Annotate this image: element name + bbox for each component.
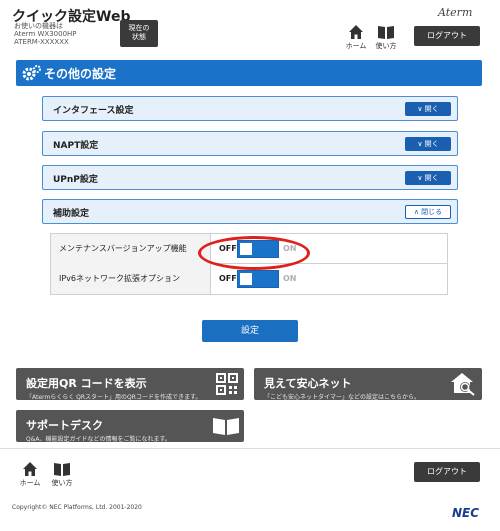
chevron-down-icon: ∨ [417,140,425,148]
accordion-napt[interactable]: NAPT設定 ∨ 開く [42,131,458,156]
section-title-bar: その他の設定 [16,60,482,86]
accordion-upnp[interactable]: UPnP設定 ∨ 開く [42,165,458,190]
setting-label: IPv6ネットワーク拡張オプション [51,264,211,294]
brand-logo: Aterm [438,6,473,19]
house-search-icon [451,373,475,396]
header: クイック設定Web お使いの機器は Aterm WX3000HP ATERM-X… [0,0,500,56]
gear-icon [22,65,41,81]
collapse-button[interactable]: ∧ 閉じる [405,205,451,219]
book-icon [213,418,239,435]
copyright: Copyright© NEC Platforms, Ltd. 2001-2020 [12,504,142,511]
manual-button[interactable]: 使い方 [372,24,400,54]
ipv6-extension-toggle[interactable]: OFF ON [219,270,319,288]
footer-logout-button[interactable]: ログアウト [414,462,480,482]
footer-home-button[interactable]: ホーム [16,461,44,491]
chevron-down-icon: ∨ [417,105,425,113]
home-icon [349,25,363,39]
chevron-down-icon: ∨ [417,174,425,182]
toggle-knob[interactable] [240,273,252,285]
book-icon [54,463,70,476]
page-title: その他の設定 [44,67,117,81]
toggle-track[interactable] [237,270,279,288]
home-button[interactable]: ホーム [342,24,370,54]
apply-button[interactable]: 設定 [202,320,298,342]
device-caption: お使いの機器は Aterm WX3000HP ATERM-XXXXXX [14,22,77,46]
support-desk-tile[interactable]: サポートデスク Q&A、機能設定ガイドなどの情報をご覧になれます。 [16,410,244,443]
highlight-circle [198,236,310,270]
qr-code-tile[interactable]: 設定用QR コードを表示 「Atermらくらく QRスタート」用のQRコードを作… [16,368,244,401]
accordion-auxiliary[interactable]: 補助設定 ∧ 閉じる [42,199,458,224]
book-icon [378,26,394,39]
footer-manual-button[interactable]: 使い方 [48,461,76,491]
current-status-button[interactable]: 現在の 状態 [120,20,158,47]
qr-code-icon [216,373,238,395]
nec-logo: NEC [452,506,480,520]
expand-button[interactable]: ∨ 開く [405,137,451,151]
expand-button[interactable]: ∨ 開く [405,102,451,116]
expand-button[interactable]: ∨ 開く [405,171,451,185]
accordion-interface[interactable]: インタフェース設定 ∨ 開く [42,96,458,121]
logout-button[interactable]: ログアウト [414,26,480,46]
safe-net-tile[interactable]: 見えて安心ネット 「こども安心ネットタイマー」などの設定はこちらから。 [254,368,482,401]
footer-divider [0,448,500,449]
setting-label: メンテナンスバージョンアップ機能 [51,234,211,264]
home-icon [23,462,37,476]
